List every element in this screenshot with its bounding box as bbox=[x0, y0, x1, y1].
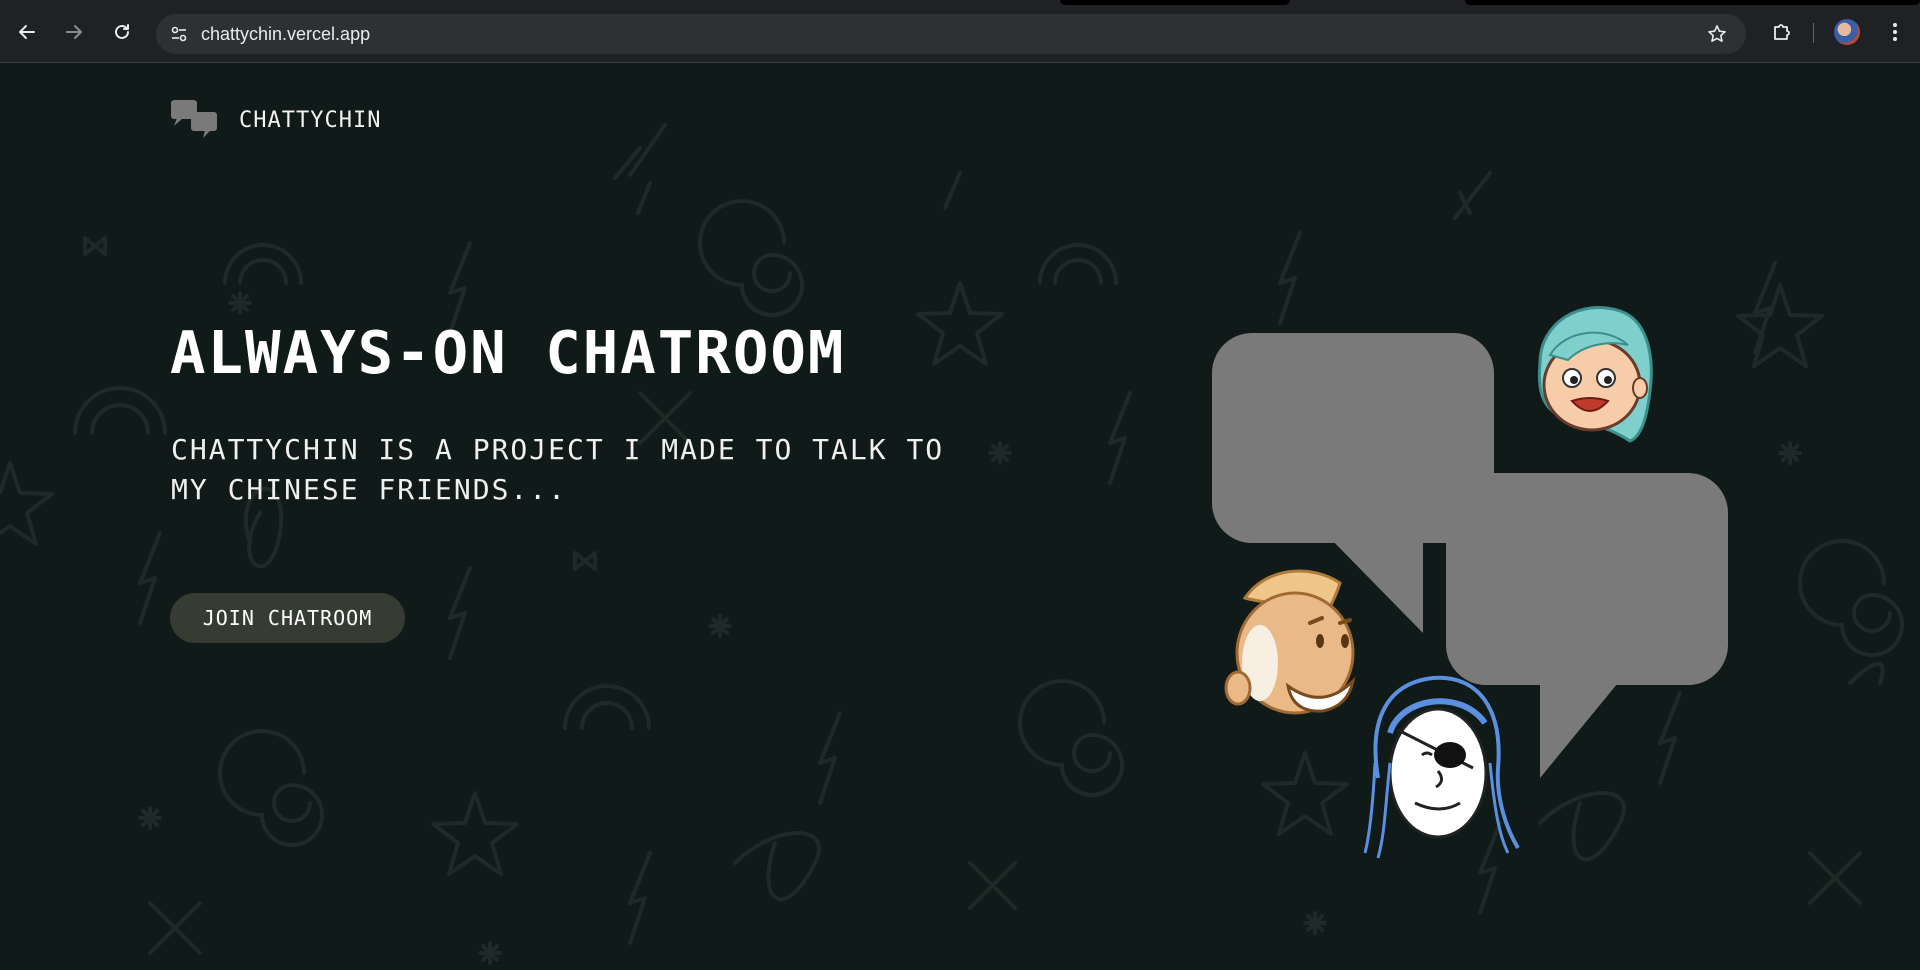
brand[interactable]: CHATTYCHIN bbox=[171, 100, 381, 140]
girl-avatar-icon bbox=[1537, 306, 1653, 443]
browser-toolbar: chattychin.vercel.app bbox=[0, 0, 1920, 63]
vertical-dots-icon bbox=[1893, 23, 1897, 41]
join-chatroom-button[interactable]: JOIN CHATROOM bbox=[170, 593, 405, 643]
reload-button[interactable] bbox=[107, 17, 137, 47]
brand-name: CHATTYCHIN bbox=[239, 107, 382, 133]
tab-strip-edge bbox=[1060, 0, 1290, 5]
arrow-right-icon bbox=[66, 25, 82, 39]
avatar[interactable] bbox=[1834, 19, 1860, 45]
chat-bubbles-icon bbox=[171, 100, 217, 138]
bookmark-button[interactable] bbox=[1702, 19, 1732, 49]
chat-illustration bbox=[1212, 306, 1728, 859]
puzzle-icon bbox=[1774, 24, 1790, 40]
toolbar-divider bbox=[1813, 23, 1814, 43]
address-bar[interactable]: chattychin.vercel.app bbox=[156, 14, 1746, 54]
tune-icon bbox=[171, 26, 187, 42]
arrow-left-icon bbox=[19, 25, 35, 39]
back-button[interactable] bbox=[12, 17, 42, 47]
tab-strip-edge bbox=[1465, 0, 1920, 5]
eyepatch-avatar-icon bbox=[1363, 675, 1520, 859]
reload-icon bbox=[115, 24, 129, 39]
browser-menu-button[interactable] bbox=[1880, 17, 1910, 47]
extensions-button[interactable] bbox=[1767, 17, 1797, 47]
forward-button[interactable] bbox=[59, 17, 89, 47]
grandpa-avatar-icon bbox=[1224, 569, 1356, 715]
hero-subtitle-line: CHATTYCHIN IS A PROJECT I MADE TO TALK T… bbox=[171, 433, 945, 466]
url-text[interactable]: chattychin.vercel.app bbox=[201, 14, 370, 54]
landing-page: CHATTYCHIN ALWAYS-ON CHATROOM CHATTYCHIN… bbox=[0, 63, 1920, 970]
hero-subtitle-line: MY CHINESE FRIENDS... bbox=[171, 473, 568, 506]
speech-bubble-icon bbox=[1446, 473, 1728, 778]
hero-title: ALWAYS-ON CHATROOM bbox=[170, 318, 846, 387]
hero-subtitle: CHATTYCHIN IS A PROJECT I MADE TO TALK T… bbox=[171, 430, 951, 510]
site-info-button[interactable] bbox=[164, 19, 194, 49]
star-icon bbox=[1708, 25, 1726, 42]
